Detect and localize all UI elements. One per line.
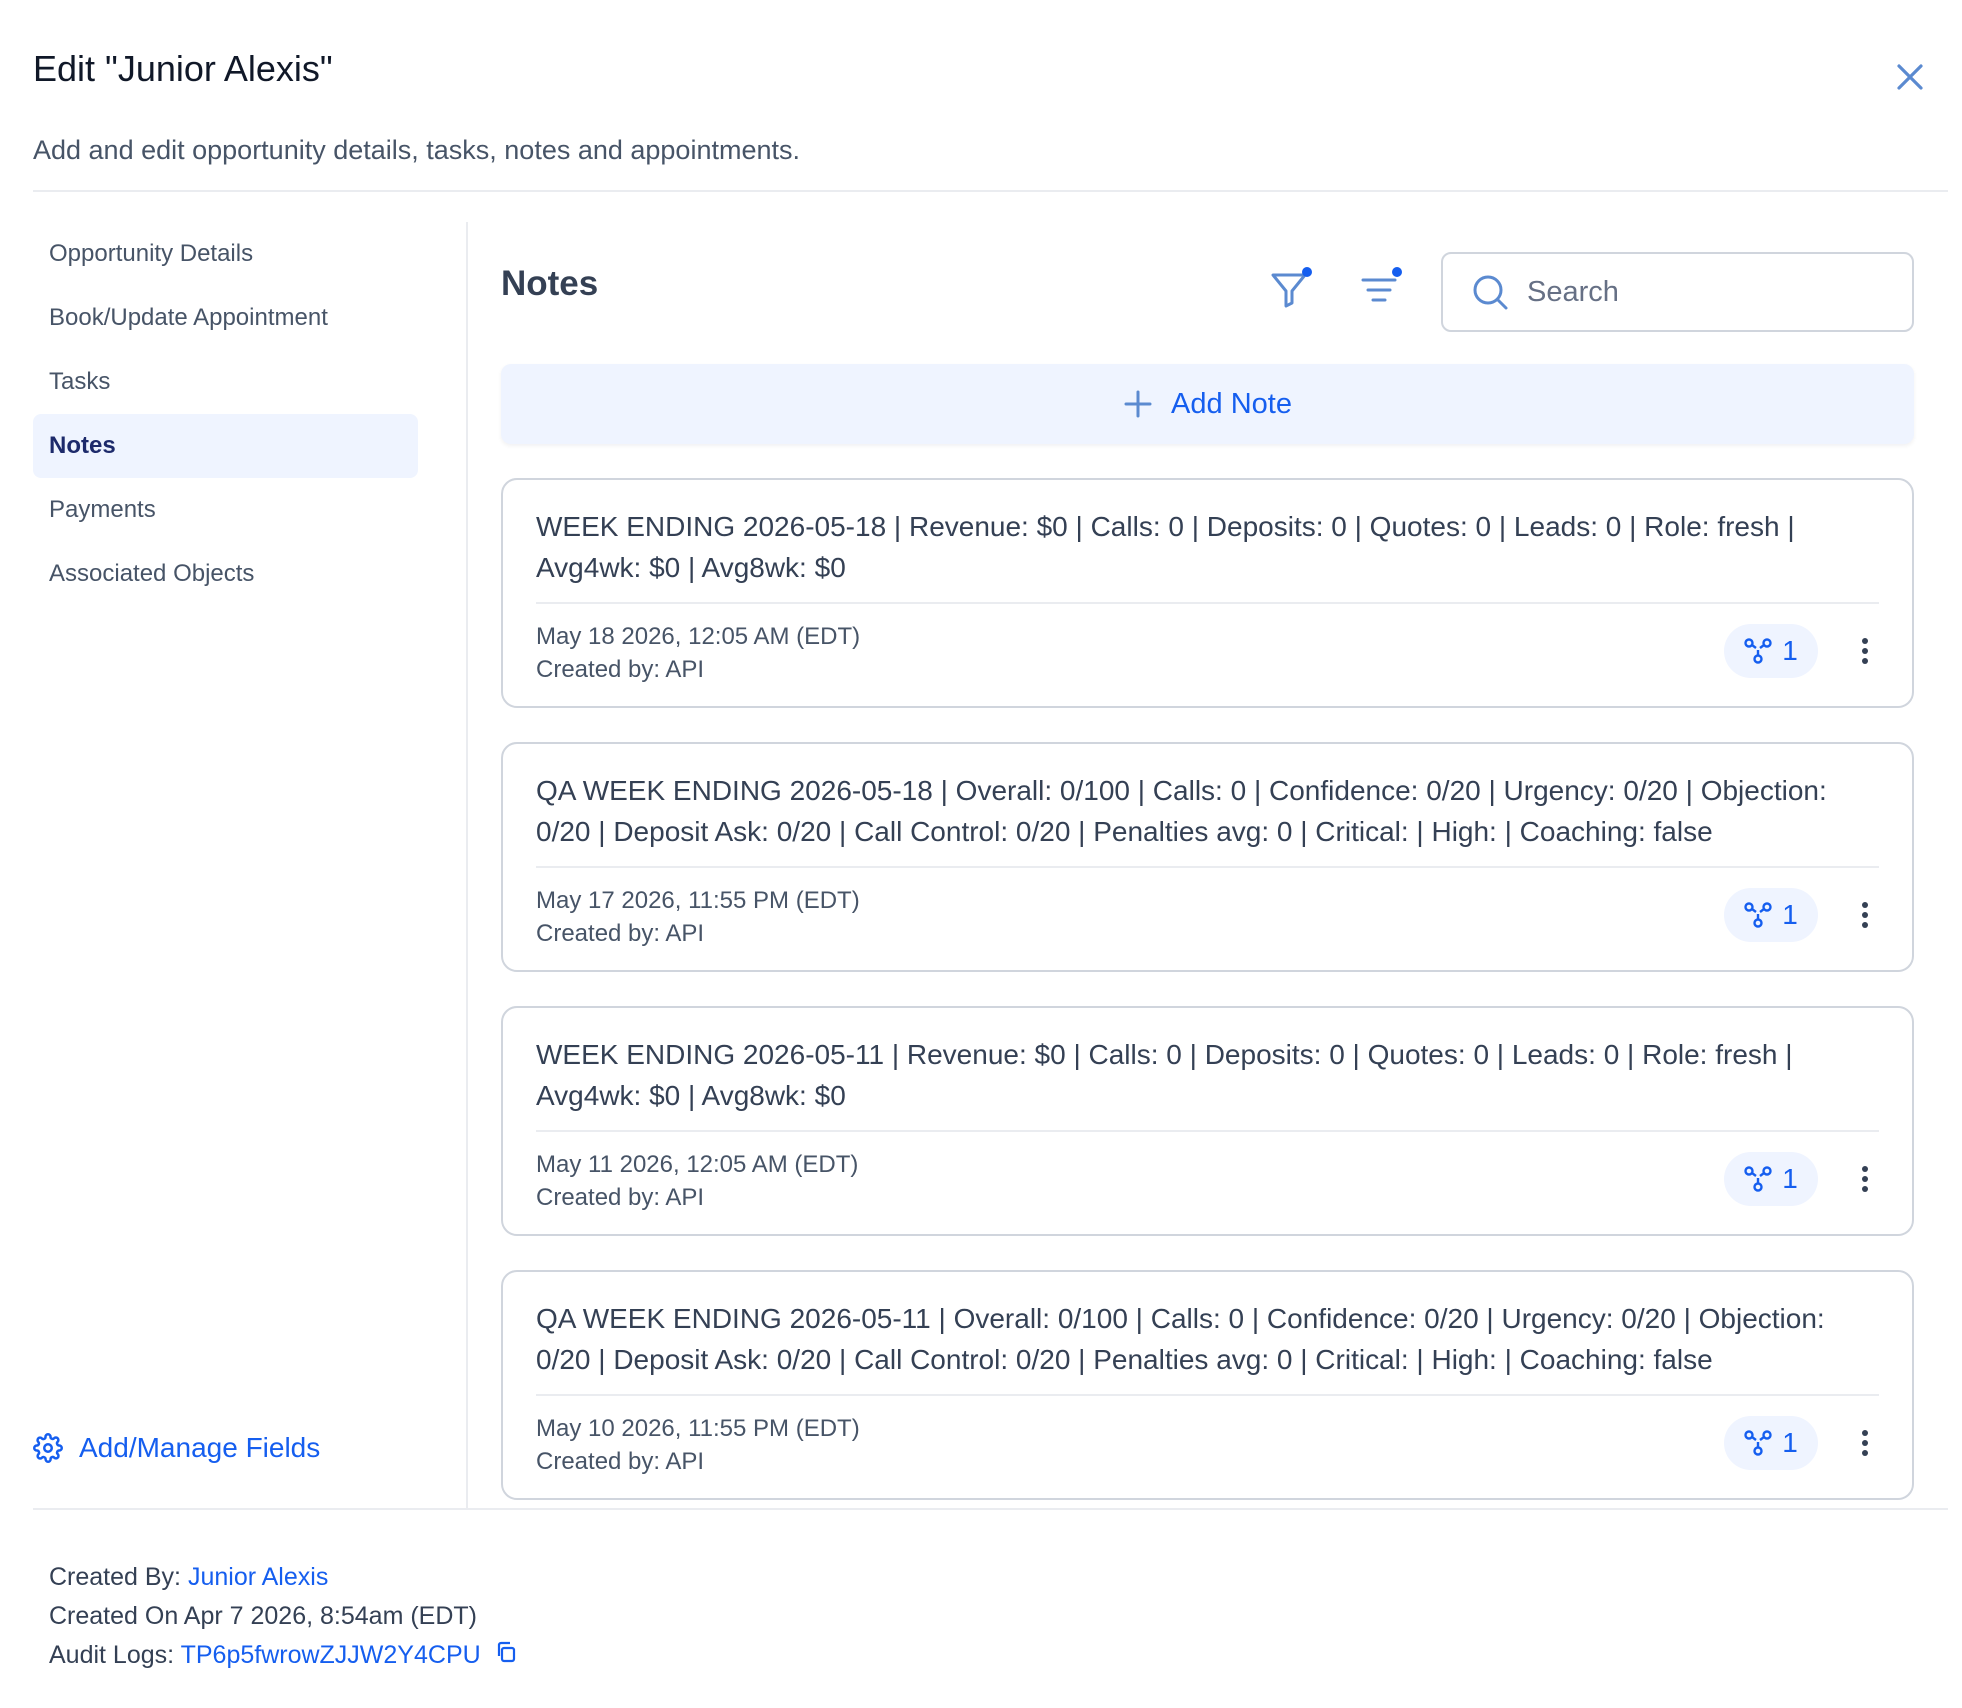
note-text: QA WEEK ENDING 2026-05-18 | Overall: 0/1…: [536, 775, 1827, 847]
sidebar-item-notes[interactable]: Notes: [33, 414, 418, 478]
notes-list: WEEK ENDING 2026-05-18 | Revenue: $0 | C…: [501, 478, 1914, 1534]
created-on-text: Created On Apr 7 2026, 8:54am (EDT): [49, 1602, 477, 1630]
note-card[interactable]: WEEK ENDING 2026-05-11 | Revenue: $0 | C…: [501, 1006, 1914, 1236]
note-card[interactable]: QA WEEK ENDING 2026-05-11 | Overall: 0/1…: [501, 1270, 1914, 1500]
note-text: WEEK ENDING 2026-05-11 | Revenue: $0 | C…: [536, 1039, 1793, 1111]
filter-button[interactable]: [1263, 262, 1319, 318]
sidebar-divider: [466, 222, 468, 1508]
note-created-by: Created by: API: [536, 920, 705, 947]
add-manage-fields-label: Add/Manage Fields: [79, 1432, 321, 1463]
note-text: QA WEEK ENDING 2026-05-11 | Overall: 0/1…: [536, 1303, 1825, 1375]
page-title: Edit "Junior Alexis": [33, 48, 333, 89]
note-card[interactable]: QA WEEK ENDING 2026-05-18 | Overall: 0/1…: [501, 742, 1914, 972]
note-date: May 10 2026, 11:55 PM (EDT): [536, 1415, 860, 1442]
association-badge[interactable]: 1: [1724, 1416, 1818, 1470]
copy-icon: [497, 1641, 515, 1662]
search-field[interactable]: [1441, 252, 1914, 332]
audit-logs-row: Audit Logs: TP6p5fwrowZJJW2Y4CPU: [49, 1636, 518, 1676]
association-badge[interactable]: 1: [1724, 1152, 1818, 1206]
note-created-by: Created by: API: [536, 1184, 705, 1211]
note-divider: [536, 1130, 1879, 1132]
association-count: 1: [1782, 635, 1798, 666]
association-icon: [1744, 1430, 1772, 1456]
note-date: May 11 2026, 12:05 AM (EDT): [536, 1151, 859, 1178]
note-meta: May 10 2026, 11:55 PM (EDT) Created by: …: [536, 1412, 860, 1478]
sidebar-item-book-update-appointment[interactable]: Book/Update Appointment: [33, 286, 418, 350]
notes-heading: Notes: [501, 264, 599, 303]
association-icon: [1744, 638, 1772, 664]
association-icon: [1744, 1166, 1772, 1192]
created-by-row: Created By: Junior Alexis: [49, 1558, 518, 1597]
add-manage-fields-button[interactable]: Add/Manage Fields: [33, 1432, 320, 1464]
sidebar-item-associated-objects[interactable]: Associated Objects: [33, 542, 418, 606]
copy-button[interactable]: [494, 1637, 518, 1676]
filter-icon: [1271, 267, 1312, 308]
page-subtitle: Add and edit opportunity details, tasks,…: [33, 135, 800, 165]
header-divider: [33, 190, 1948, 192]
more-options-button[interactable]: [1845, 890, 1885, 940]
sort-button[interactable]: [1353, 262, 1409, 318]
close-button[interactable]: [1880, 52, 1940, 102]
note-meta: May 11 2026, 12:05 AM (EDT) Created by: …: [536, 1148, 858, 1214]
note-divider: [536, 866, 1879, 868]
sidebar-item-payments[interactable]: Payments: [33, 478, 418, 542]
note-date: May 17 2026, 11:55 PM (EDT): [536, 887, 860, 914]
add-note-label: Add Note: [1171, 387, 1292, 420]
note-card[interactable]: WEEK ENDING 2026-05-18 | Revenue: $0 | C…: [501, 478, 1914, 708]
search-icon: [1473, 275, 1508, 310]
association-count: 1: [1782, 1427, 1798, 1458]
more-options-button[interactable]: [1845, 626, 1885, 676]
note-date: May 18 2026, 12:05 AM (EDT): [536, 623, 861, 650]
audit-logs-label: Audit Logs:: [49, 1641, 175, 1669]
record-footer: Created By: Junior Alexis Created On Apr…: [49, 1558, 518, 1676]
sidebar-nav: Opportunity Details Book/Update Appointm…: [33, 222, 418, 606]
more-vertical-icon: [1862, 638, 1868, 664]
note-text: WEEK ENDING 2026-05-18 | Revenue: $0 | C…: [536, 511, 1795, 583]
created-by-link[interactable]: Junior Alexis: [188, 1563, 328, 1591]
footer-divider: [33, 1508, 1948, 1510]
note-meta: May 18 2026, 12:05 AM (EDT) Created by: …: [536, 620, 860, 686]
more-vertical-icon: [1862, 1430, 1868, 1456]
audit-logs-link[interactable]: TP6p5fwrowZJJW2Y4CPU: [181, 1641, 481, 1669]
association-icon: [1744, 902, 1772, 928]
association-badge[interactable]: 1: [1724, 888, 1818, 942]
note-created-by: Created by: API: [536, 1448, 705, 1475]
close-icon: [1897, 64, 1923, 90]
association-count: 1: [1782, 899, 1798, 930]
sort-icon: [1361, 267, 1402, 302]
note-divider: [536, 1394, 1879, 1396]
modal-header: Edit "Junior Alexis": [33, 40, 1948, 98]
search-input[interactable]: [1527, 275, 1887, 309]
more-vertical-icon: [1862, 1166, 1868, 1192]
more-options-button[interactable]: [1845, 1418, 1885, 1468]
association-badge[interactable]: 1: [1724, 624, 1818, 678]
more-vertical-icon: [1862, 902, 1868, 928]
sidebar-item-tasks[interactable]: Tasks: [33, 350, 418, 414]
sidebar-item-opportunity-details[interactable]: Opportunity Details: [33, 222, 418, 286]
note-created-by: Created by: API: [536, 656, 705, 683]
note-divider: [536, 602, 1879, 604]
plus-icon: [1124, 390, 1152, 418]
gear-icon: [33, 1433, 63, 1463]
add-note-button[interactable]: Add Note: [501, 364, 1914, 444]
note-meta: May 17 2026, 11:55 PM (EDT) Created by: …: [536, 884, 860, 950]
created-by-label: Created By:: [49, 1563, 182, 1591]
association-count: 1: [1782, 1163, 1798, 1194]
more-options-button[interactable]: [1845, 1154, 1885, 1204]
